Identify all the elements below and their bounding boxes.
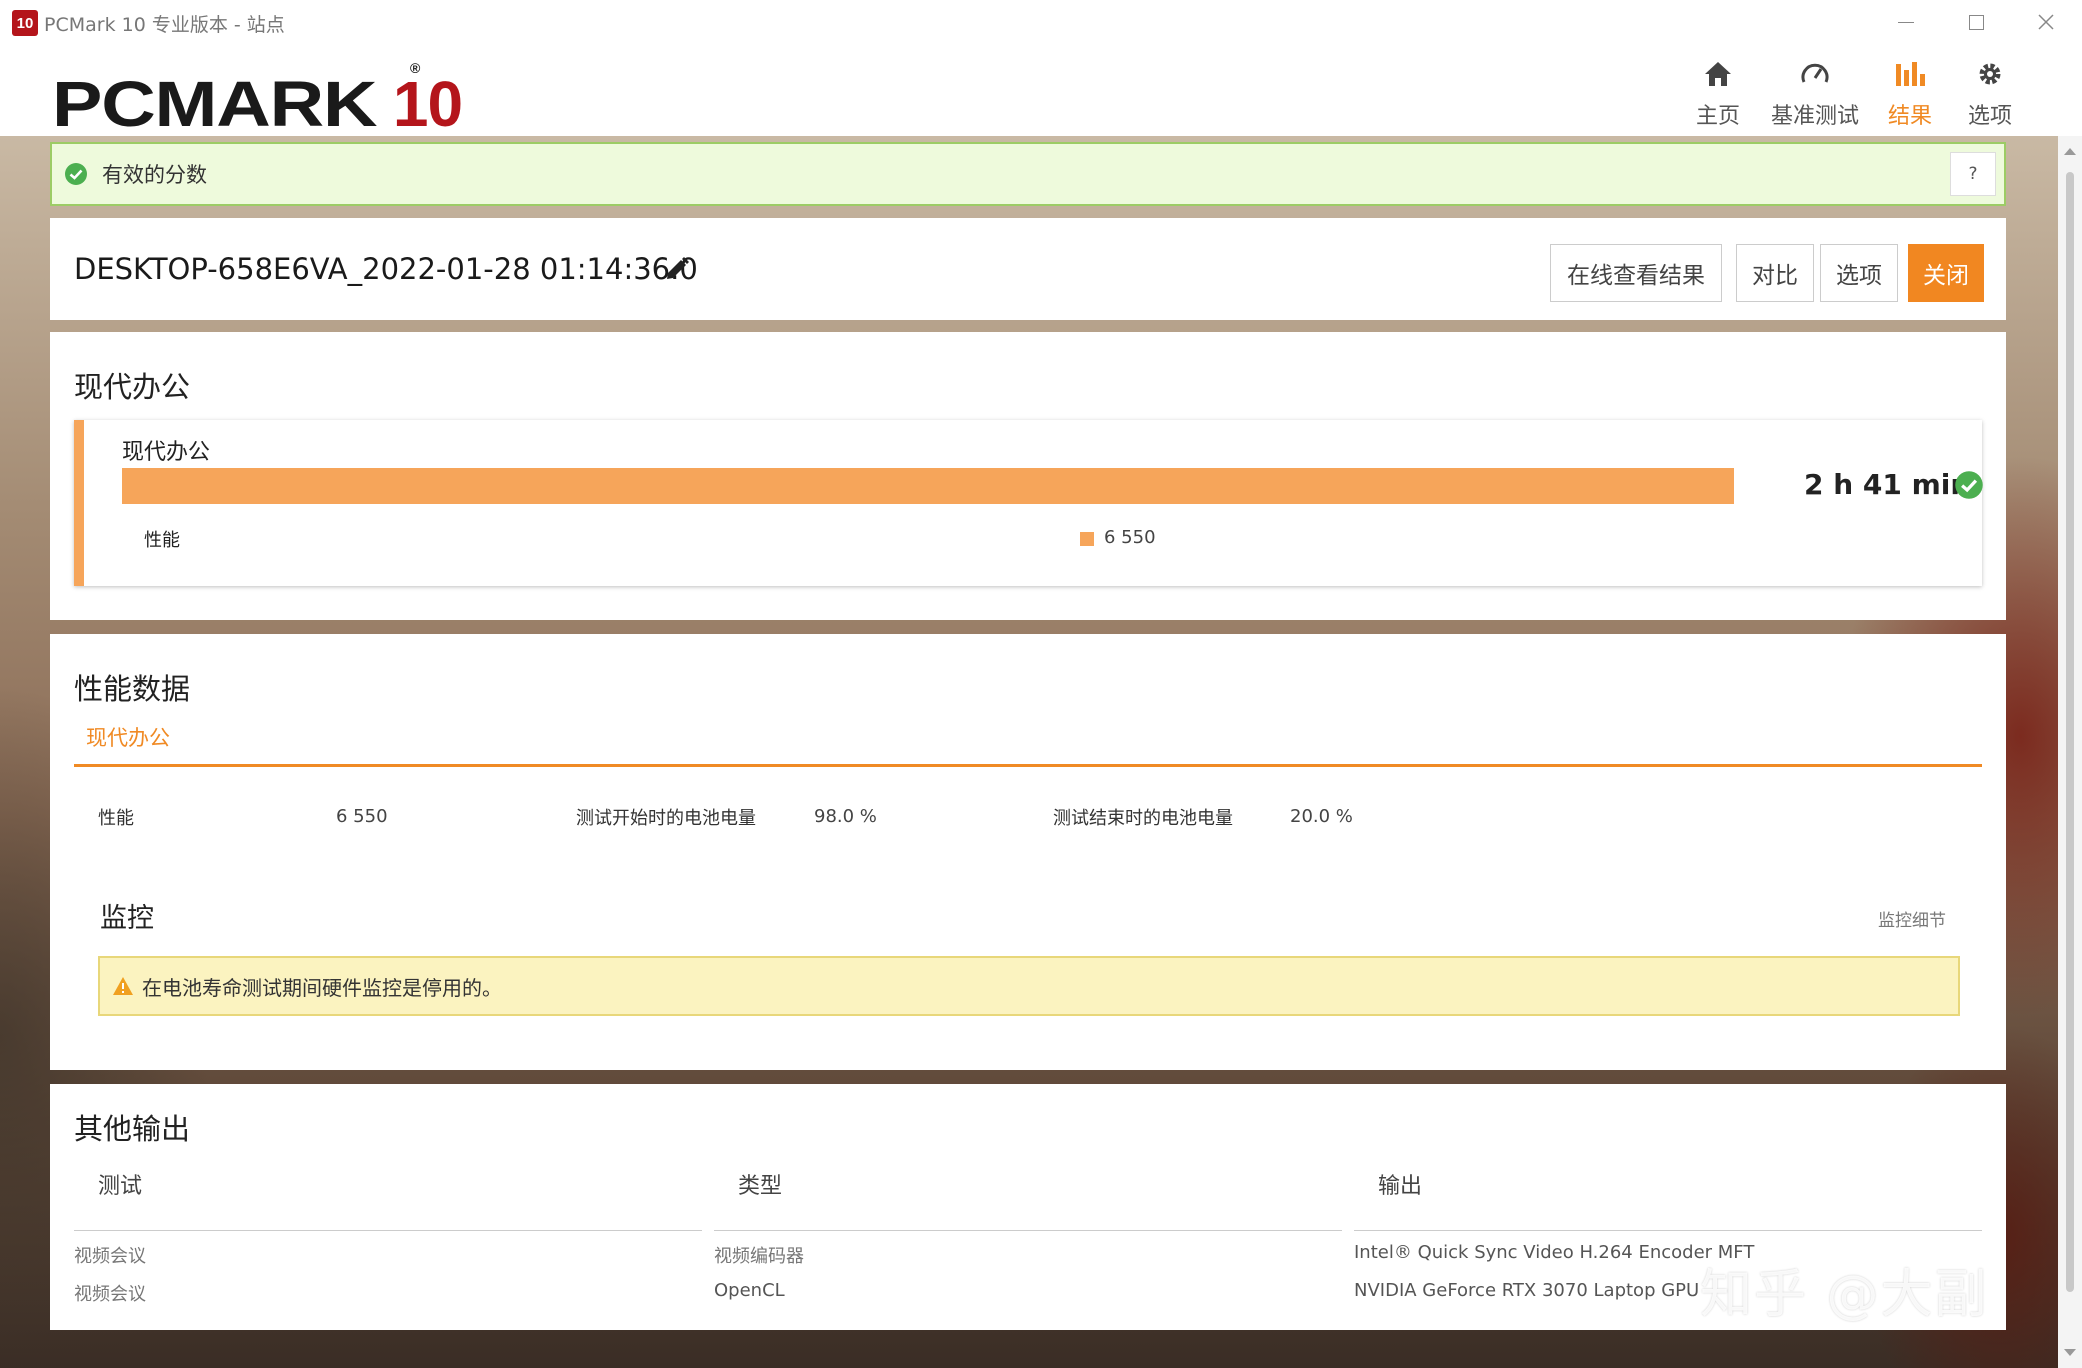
pencil-icon[interactable] <box>664 256 690 282</box>
battery-start-value: 98.0 % <box>814 806 877 827</box>
nav-results-label: 结果 <box>1887 104 1932 129</box>
battery-end-value: 20.0 % <box>1290 806 1353 827</box>
perf-label: 性能 <box>98 808 134 829</box>
result-name: DESKTOP-658E6VA_2022-01-28 01:14:36.0 <box>74 252 698 286</box>
window-title: PCMark 10 专业版本 - 站点 <box>44 14 285 36</box>
scrollbar-thumb[interactable] <box>2066 172 2074 1292</box>
logo-text: PCMARK <box>52 68 378 140</box>
scroll-up-arrow-icon[interactable] <box>2064 148 2076 155</box>
column-divider <box>1354 1230 1982 1231</box>
watermark: 知乎 @大副 <box>1700 1265 1989 1325</box>
warning-icon <box>113 977 133 995</box>
column-header-type: 类型 <box>738 1174 783 1199</box>
performance-data-panel: 性能数据 现代办公 性能 6 550 测试开始时的电池电量 98.0 % 测试结… <box>50 634 2006 1070</box>
check-circle-icon <box>1955 471 1983 499</box>
bar-chart-icon <box>1894 54 1926 94</box>
window-close-button[interactable] <box>2016 6 2076 38</box>
gear-icon <box>1976 54 2004 94</box>
tab-underline <box>74 764 1982 767</box>
view-online-button[interactable]: 在线查看结果 <box>1550 244 1722 302</box>
column-header-test: 测试 <box>98 1174 143 1199</box>
nav-home-label: 主页 <box>1695 104 1740 129</box>
compare-button[interactable]: 对比 <box>1736 244 1814 302</box>
app-header: PCMARK 10 ® 主页 基准测试 结果 选项 <box>0 44 2082 136</box>
performance-section-title: 性能数据 <box>74 672 191 706</box>
monitoring-warning: 在电池寿命测试期间硬件监控是停用的。 <box>98 956 1960 1016</box>
score-bar <box>122 468 1734 504</box>
nav-benchmarks-label: 基准测试 <box>1770 104 1859 129</box>
check-circle-icon <box>65 163 87 185</box>
close-result-button[interactable]: 关闭 <box>1908 244 1984 302</box>
column-divider <box>74 1230 702 1231</box>
monitoring-details-link[interactable]: 监控细节 <box>1878 906 1946 931</box>
score-card: 现代办公 2 h 41 min 性能 6 550 <box>74 420 1983 586</box>
nav-home[interactable]: 主页 <box>1678 54 1758 130</box>
table-cell: 视频会议 <box>74 1246 146 1267</box>
app-icon: 10 <box>12 10 38 36</box>
table-cell: 视频会议 <box>74 1284 146 1305</box>
table-cell: OpenCL <box>714 1280 785 1301</box>
logo-registered-mark: ® <box>410 60 420 76</box>
warning-text: 在电池寿命测试期间硬件监控是停用的。 <box>142 975 502 1000</box>
title-bar: 10 PCMark 10 专业版本 - 站点 <box>0 0 2082 44</box>
maximize-button[interactable] <box>1946 6 2006 38</box>
tab-modern-office[interactable]: 现代办公 <box>86 722 170 752</box>
result-title-panel: DESKTOP-658E6VA_2022-01-28 01:14:36.0 在线… <box>50 218 2006 320</box>
gauge-icon <box>1800 54 1830 94</box>
legend-swatch <box>1080 532 1094 546</box>
nav-options-label: 选项 <box>1967 104 2012 129</box>
home-icon <box>1703 54 1733 94</box>
help-button[interactable]: ? <box>1950 152 1996 196</box>
vertical-scrollbar[interactable] <box>2058 136 2082 1368</box>
score-value: 2 h 41 min <box>1804 468 1971 501</box>
monitoring-title: 监控 <box>100 903 154 934</box>
minimize-icon <box>1898 21 1914 23</box>
nav-results[interactable]: 结果 <box>1870 54 1950 130</box>
nav-benchmarks[interactable]: 基准测试 <box>1760 54 1870 130</box>
logo-number: 10 <box>392 68 463 140</box>
perf-value: 6 550 <box>336 806 388 827</box>
pcmark-logo: PCMARK 10 ® <box>52 60 463 140</box>
close-icon <box>2038 14 2054 30</box>
modern-office-panel: 现代办公 现代办公 2 h 41 min 性能 6 550 <box>50 332 2006 620</box>
column-header-output: 输出 <box>1378 1174 1423 1199</box>
metric-label: 性能 <box>144 530 180 551</box>
modern-office-section-title: 现代办公 <box>74 370 191 404</box>
valid-score-text: 有效的分数 <box>102 163 207 187</box>
other-output-section-title: 其他输出 <box>74 1112 191 1146</box>
maximize-icon <box>1968 14 1984 30</box>
scroll-down-arrow-icon[interactable] <box>2064 1349 2076 1356</box>
result-options-button[interactable]: 选项 <box>1820 244 1898 302</box>
column-divider <box>714 1230 1342 1231</box>
minimize-button[interactable] <box>1876 6 1936 38</box>
nav-options[interactable]: 选项 <box>1950 54 2030 130</box>
metric-value: 6 550 <box>1104 527 1156 548</box>
score-card-title: 现代办公 <box>122 440 211 465</box>
battery-end-label: 测试结束时的电池电量 <box>1053 808 1233 829</box>
table-cell: 视频编码器 <box>714 1246 804 1267</box>
battery-start-label: 测试开始时的电池电量 <box>576 808 756 829</box>
table-cell: Intel® Quick Sync Video H.264 Encoder MF… <box>1354 1242 1755 1263</box>
valid-score-banner: 有效的分数 ? <box>50 142 2006 206</box>
table-cell: NVIDIA GeForce RTX 3070 Laptop GPU <box>1354 1280 1700 1301</box>
